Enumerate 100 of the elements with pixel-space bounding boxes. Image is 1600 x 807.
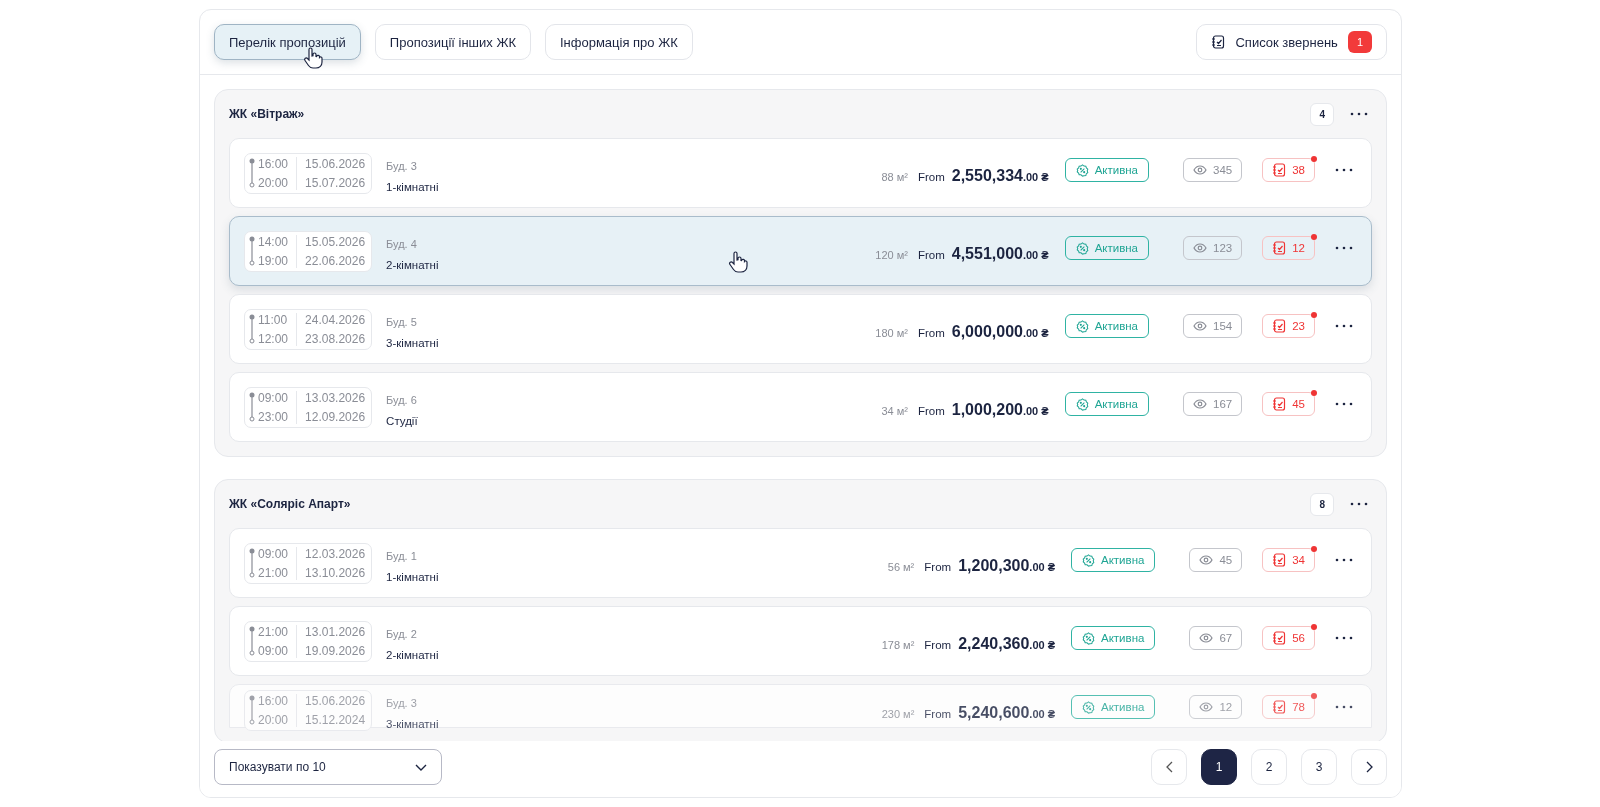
page-button[interactable]: 2	[1251, 749, 1287, 785]
area-label: 56 м²	[887, 561, 915, 575]
offer-row[interactable]: 09:00 23:00 13.03.2026 12.09.2026 Буд. 6 Студії 34 м² From 1,000,200.00 ₴ Активна 167 45	[229, 372, 1372, 442]
timeline-icon	[249, 626, 255, 656]
status-badge: Активна	[1071, 626, 1156, 650]
status-badge: Активна	[1064, 314, 1149, 338]
offer-row[interactable]: 09:00 21:00 12.03.2026 13.10.2026 Буд. 1 1-кімнатні 56 м² From 1,200,300.00 ₴ Активна 45 34	[229, 528, 1372, 598]
apartment-type: 2-кімнатні	[386, 258, 439, 271]
requests-counter[interactable]: 56	[1262, 626, 1315, 650]
more-icon	[1335, 246, 1353, 250]
requests-list-button[interactable]: Список звернень 1	[1196, 24, 1387, 60]
timeline-icon	[249, 236, 255, 266]
apartment-type: 1-кімнатні	[386, 570, 439, 583]
from-label: From	[917, 327, 945, 341]
start-date: 13.03.2026	[305, 390, 366, 405]
discount-badge-icon	[1082, 553, 1095, 567]
count-badge: 8	[1310, 492, 1334, 516]
price-label: 1,000,200.00 ₴	[951, 401, 1049, 419]
timeline-icon	[249, 158, 255, 188]
end-date: 19.09.2026	[305, 643, 366, 658]
start-date: 15.05.2026	[305, 234, 366, 249]
discount-badge-icon	[1075, 163, 1089, 177]
requests-counter[interactable]: 12	[1262, 236, 1315, 260]
start-time: 21:00	[258, 624, 289, 639]
from-label: From	[917, 171, 945, 185]
building-label: Буд. 3	[386, 696, 418, 709]
from-label: From	[917, 405, 945, 419]
offer-row[interactable]: 16:00 20:00 15.06.2026 15.12.2024 Буд. 3 3-кімнатні 230 м² From 5,240,600.00 ₴ Активна 12 78	[229, 684, 1372, 728]
status-badge: Активна	[1071, 695, 1156, 719]
more-icon	[1350, 112, 1368, 116]
offer-row[interactable]: 16:00 20:00 15.06.2026 15.07.2026 Буд. 3 1-кімнатні 88 м² From 2,550,334.00 ₴ Активна 345 38	[229, 138, 1372, 208]
tab[interactable]: Пропозиції інших ЖК	[374, 24, 531, 60]
more-icon	[1335, 636, 1353, 640]
page-button[interactable]: 1	[1201, 749, 1237, 785]
apartment-type: 2-кімнатні	[386, 648, 439, 661]
price-label: 5,240,600.00 ₴	[958, 704, 1055, 722]
apartment-type: 1-кімнатні	[386, 180, 439, 193]
end-date: 22.06.2026	[305, 253, 366, 268]
requests-list-label: Список звернень	[1235, 34, 1338, 50]
from-label: From	[924, 708, 952, 722]
end-time: 09:00	[258, 643, 289, 658]
requests-counter[interactable]: 34	[1262, 548, 1315, 572]
more-icon	[1335, 402, 1353, 406]
views-counter: 45	[1189, 548, 1243, 572]
eye-icon	[1199, 702, 1214, 712]
area-label: 88 м²	[881, 171, 908, 185]
price-label: 4,551,000.00 ₴	[951, 245, 1049, 263]
eye-icon	[1199, 633, 1214, 643]
end-time: 23:00	[258, 409, 289, 424]
requests-counter[interactable]: 38	[1262, 158, 1315, 182]
building-label: Буд. 1	[386, 549, 418, 562]
price-label: 2,550,334.00 ₴	[951, 167, 1049, 185]
price-label: 6,000,000.00 ₴	[951, 323, 1049, 341]
views-counter: 67	[1189, 626, 1243, 650]
price-label: 2,240,360.00 ₴	[958, 635, 1055, 653]
checklist-icon	[1272, 553, 1287, 567]
status-badge: Активна	[1071, 548, 1156, 572]
start-time: 16:00	[258, 693, 289, 708]
area-label: 178 м²	[881, 639, 915, 653]
from-label: From	[917, 249, 945, 263]
more-icon	[1335, 705, 1353, 709]
offer-row[interactable]: 11:00 12:00 24.04.2026 23.08.2026 Буд. 5 3-кімнатні 180 м² From 6,000,000.00 ₴ Активна 154 23	[229, 294, 1372, 364]
start-time: 09:00	[258, 390, 289, 405]
requests-counter[interactable]: 45	[1262, 392, 1315, 416]
area-label: 34 м²	[881, 405, 908, 419]
checklist-icon	[1211, 35, 1226, 49]
page-button[interactable]: 3	[1301, 749, 1337, 785]
area-label: 180 м²	[875, 327, 908, 341]
chevron-left-icon	[1165, 761, 1173, 773]
status-badge: Активна	[1064, 158, 1149, 182]
start-date: 24.04.2026	[305, 312, 366, 327]
start-date: 13.01.2026	[305, 624, 366, 639]
end-date: 13.10.2026	[305, 565, 366, 580]
eye-icon	[1193, 165, 1207, 175]
discount-badge-icon	[1075, 241, 1089, 255]
views-counter: 345	[1183, 158, 1243, 182]
start-date: 12.03.2026	[305, 546, 366, 561]
discount-badge-icon	[1082, 700, 1095, 714]
offer-row[interactable]: 14:00 19:00 15.05.2026 22.06.2026 Буд. 4 2-кімнатні 120 м² From 4,551,000.00 ₴ Активна 123 12	[229, 216, 1372, 286]
discount-badge-icon	[1075, 397, 1089, 411]
eye-icon	[1193, 321, 1207, 331]
requests-counter[interactable]: 23	[1262, 314, 1315, 338]
building-label: Буд. 5	[386, 315, 418, 328]
timeline-icon	[249, 314, 255, 344]
area-label: 120 м²	[875, 249, 908, 263]
apartment-type: 3-кімнатні	[386, 717, 439, 730]
start-time: 16:00	[258, 156, 289, 171]
area-label: 230 м²	[881, 708, 915, 722]
checklist-icon	[1272, 631, 1287, 645]
eye-icon	[1193, 399, 1207, 409]
start-time: 09:00	[258, 546, 289, 561]
offer-row[interactable]: 21:00 09:00 13.01.2026 19.09.2026 Буд. 2 2-кімнатні 178 м² From 2,240,360.00 ₴ Активна 67 56	[229, 606, 1372, 676]
complex-title: ЖК «Вітраж»	[229, 107, 306, 121]
end-time: 12:00	[258, 331, 289, 346]
end-date: 15.07.2026	[305, 175, 366, 190]
tab[interactable]: Інформація про ЖК	[545, 24, 693, 60]
more-icon	[1335, 324, 1353, 328]
discount-badge-icon	[1082, 631, 1095, 645]
page-size-select[interactable]: Показувати по 10	[214, 749, 442, 785]
views-counter: 167	[1183, 392, 1243, 416]
